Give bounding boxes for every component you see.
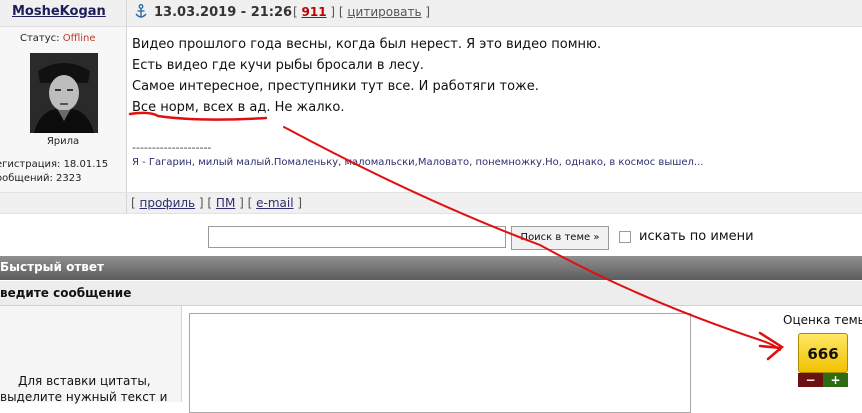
post-text-line: Видео прошлого года весны, когда был нер…	[132, 37, 602, 52]
status-line: Статус: Offline	[20, 33, 96, 44]
author-cell: MosheKogan	[0, 0, 127, 26]
status-offline: Offline	[62, 33, 96, 44]
registration-date: егистрация: 18.01.15	[0, 159, 109, 170]
status-label: Статус:	[20, 33, 60, 44]
posts-count: ообщений: 2323	[0, 173, 82, 184]
avatar-caption: Ярила	[46, 136, 80, 147]
search-input[interactable]	[208, 226, 506, 248]
rating-label: Оценка темы	[783, 313, 862, 327]
reply-hint-line: Для вставки цитаты,	[18, 374, 151, 388]
post-text-line: Самое интересное, преступники тут все. И…	[132, 79, 539, 94]
reply-textarea[interactable]	[189, 313, 691, 413]
post-footer: [ профиль ] [ ПМ ] [ e-mail ]	[0, 192, 862, 214]
annotation-arrow-head	[758, 331, 785, 361]
message-title: ведите сообщение	[0, 286, 132, 300]
search-by-name-label: искать по имени	[639, 229, 754, 244]
signature-separator: --------------------	[132, 141, 212, 154]
reply-hint-panel: Для вставки цитаты, выделите нужный текс…	[0, 306, 182, 404]
post-date: 13.03.2019 - 21:26	[154, 5, 293, 20]
post-text-line: Все норм, всех в ад. Не жалко.	[132, 100, 345, 115]
rating-plus-button[interactable]: +	[823, 373, 848, 387]
quick-reply-bar: Быстрый ответ	[0, 256, 862, 280]
author-info-panel: Статус: Offline Ярила егистрация: 18.01.…	[0, 27, 127, 192]
pm-link[interactable]: ПМ	[216, 196, 235, 210]
signature: Я - Гагарин, милый малый.Помаленьку, мал…	[132, 157, 704, 168]
message-bar: ведите сообщение	[0, 281, 862, 306]
post-links: [ 911 ] [ цитировать ]	[293, 5, 431, 19]
quote-link[interactable]: цитировать	[347, 5, 421, 19]
search-in-topic-button[interactable]: Поиск в теме »	[511, 226, 609, 250]
post-footer-left	[0, 193, 127, 213]
post-text-line: Есть видео где кучи рыбы бросали в лесу.	[132, 58, 424, 73]
post-number-link[interactable]: 911	[302, 5, 327, 19]
rating-minus-button[interactable]: −	[798, 373, 823, 387]
rating-value: 666	[798, 333, 848, 373]
profile-links: [ профиль ] [ ПМ ] [ e-mail ]	[131, 196, 303, 210]
post-body: Видео прошлого года весны, когда был нер…	[127, 27, 862, 192]
quick-reply-title: Быстрый ответ	[0, 260, 104, 274]
avatar	[30, 53, 98, 133]
author-name-link[interactable]: MosheKogan	[12, 4, 106, 19]
post-header: MosheKogan 13.03.2019 - 21:26 [ 911 ] [ …	[0, 0, 862, 27]
profile-link[interactable]: профиль	[140, 196, 196, 210]
anchor-icon[interactable]	[135, 4, 147, 19]
email-link[interactable]: e-mail	[256, 196, 293, 210]
search-by-name-checkbox[interactable]	[619, 231, 631, 243]
